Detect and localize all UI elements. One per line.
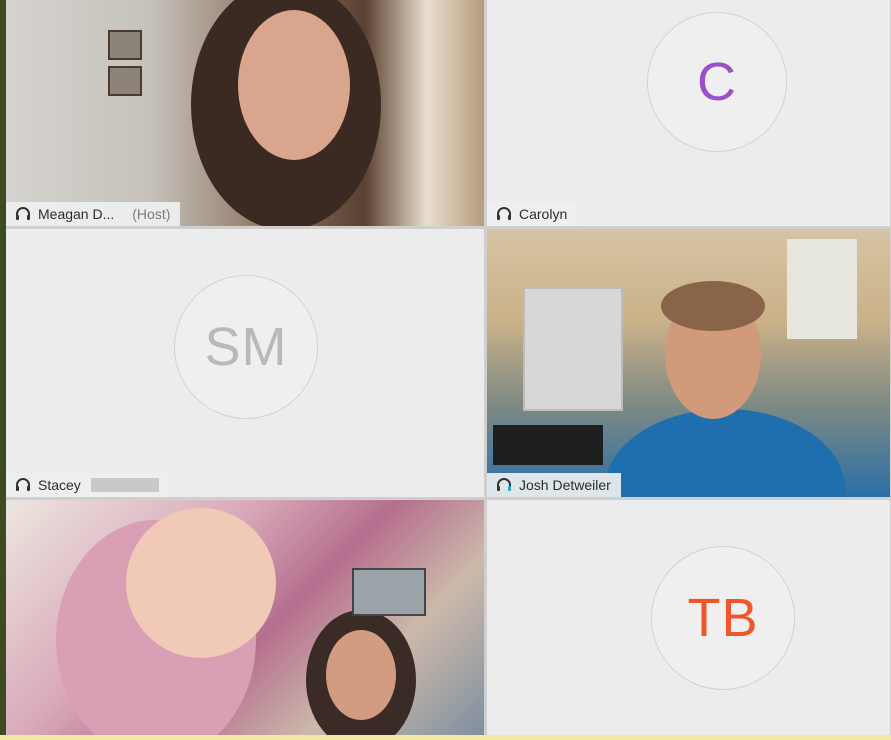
participant-tile-stacey[interactable]: SM Stacey: [6, 229, 484, 497]
wall-poster: [787, 239, 857, 339]
redacted-surname: [90, 478, 159, 492]
picture-frame: [108, 30, 142, 60]
video-subject-body: [605, 409, 845, 497]
monitor: [493, 425, 603, 465]
participant-name: Meagan D...: [38, 206, 115, 222]
participant-tile-josh[interactable]: Josh Detweiler: [487, 229, 890, 497]
avatar-initials: SM: [204, 317, 288, 377]
headset-icon: [497, 207, 511, 220]
video-subject-adult-face: [326, 630, 396, 720]
participant-tile-meagan[interactable]: Meagan D... (Host): [6, 0, 484, 226]
participant-name-bar: Josh Detweiler: [487, 473, 621, 497]
participant-avatar: SM: [174, 275, 318, 419]
video-subject-child-face: [126, 508, 276, 658]
avatar-initials: TB: [687, 588, 759, 648]
video-feed: [6, 500, 484, 738]
headset-icon: [16, 207, 30, 220]
headset-active-icon: [497, 478, 511, 491]
participant-name-bar: Carolyn: [487, 202, 578, 226]
video-feed: [487, 229, 890, 497]
participant-avatar: C: [647, 12, 787, 152]
video-subject-cap: [661, 281, 765, 331]
participant-name: Carolyn: [519, 206, 568, 222]
participant-name: Stacey: [38, 477, 81, 493]
video-subject-face: [238, 10, 350, 160]
avatar-initials: C: [697, 52, 737, 112]
picture-frame: [108, 66, 142, 96]
participant-name: Josh Detweiler: [519, 477, 611, 493]
participant-tile-carolyn[interactable]: C Carolyn: [487, 0, 890, 226]
video-gallery-grid: Meagan D... (Host) C Carolyn SM Stacey J…: [6, 0, 891, 738]
headset-icon: [16, 478, 30, 491]
host-badge: (Host): [132, 206, 171, 222]
participant-name-bar: Stacey: [6, 473, 169, 497]
picture-frame: [352, 568, 426, 616]
video-feed: [6, 0, 484, 226]
participant-name-bar: Meagan D... (Host): [6, 202, 181, 226]
desk-background-bottom: [0, 735, 891, 740]
wall-poster: [523, 287, 623, 411]
participant-avatar: TB: [651, 546, 795, 690]
participant-tile-video[interactable]: [6, 500, 484, 738]
participant-tile-tb[interactable]: TB: [487, 500, 890, 738]
